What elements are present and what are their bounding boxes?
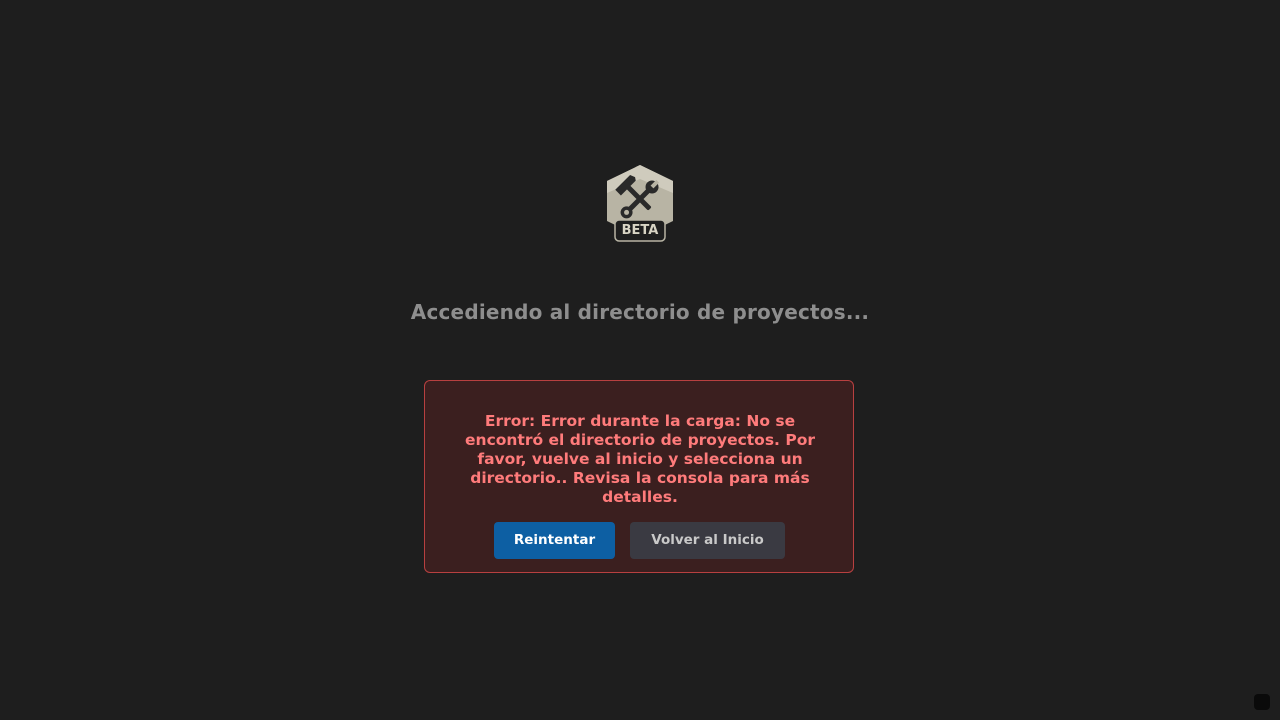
back-to-home-button[interactable]: Volver al Inicio [630, 522, 785, 559]
beta-badge-label: BETA [621, 223, 659, 238]
app-stage: BETA Accediendo al directorio de proyect… [0, 0, 1280, 720]
error-message: Error: Error durante la carga: No se enc… [465, 412, 815, 506]
loading-status-text: Accediendo al directorio de proyectos... [410, 300, 870, 324]
app-logo: BETA [605, 163, 675, 243]
retry-button[interactable]: Reintentar [494, 522, 615, 559]
corner-indicator[interactable] [1254, 694, 1270, 710]
error-panel: Error: Error durante la carga: No se enc… [424, 380, 854, 573]
